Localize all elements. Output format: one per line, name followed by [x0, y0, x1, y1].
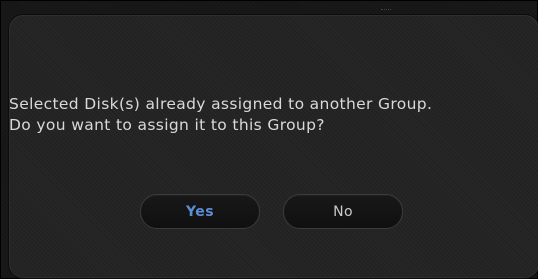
- yes-button[interactable]: Yes: [140, 194, 260, 229]
- no-button[interactable]: No: [283, 194, 403, 229]
- message-line-2: Do you want to assign it to this Group?: [9, 116, 325, 134]
- confirm-dialog: [9, 15, 538, 278]
- message-line-1: Selected Disk(s) already assigned to ano…: [9, 95, 433, 113]
- dialog-body: [10, 16, 538, 277]
- screen-frame: [0, 0, 538, 279]
- dialog-message: Selected Disk(s) already assigned to ano…: [9, 94, 525, 136]
- decorative-dots: [381, 9, 391, 12]
